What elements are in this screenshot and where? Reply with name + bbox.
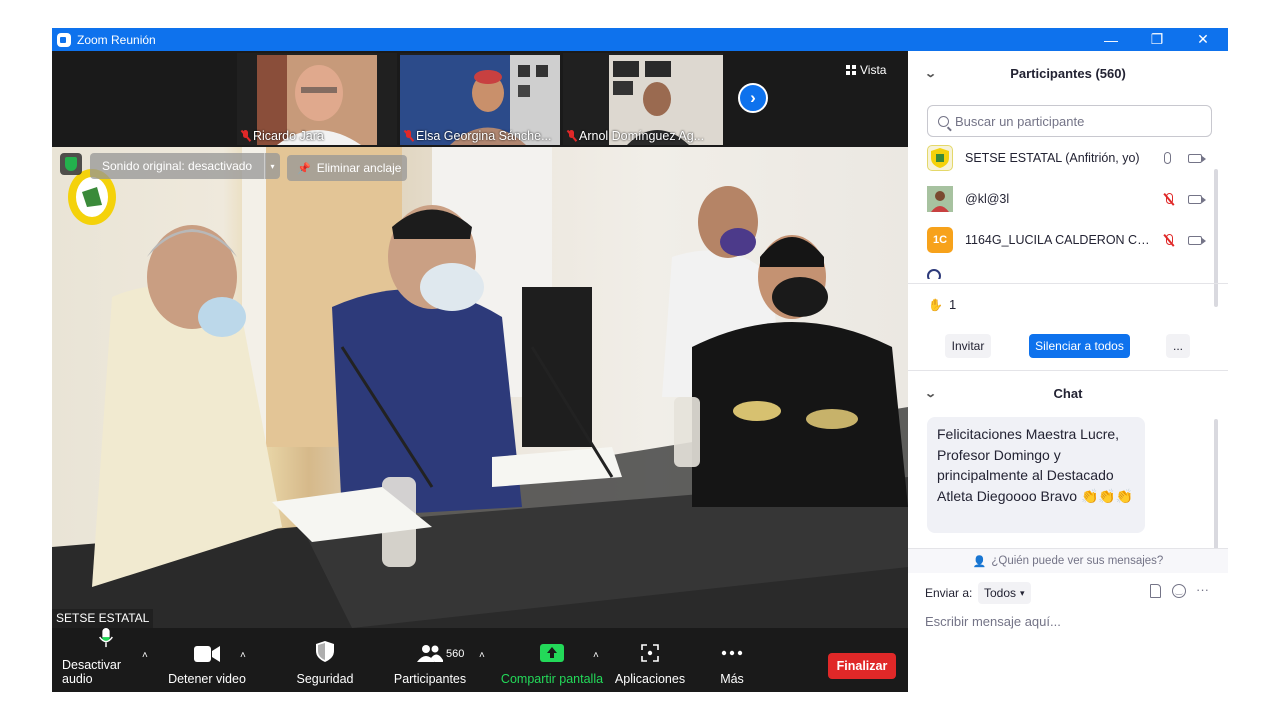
thumbnail-label: Elsa Georgina Sánche... [404,129,552,143]
mute-audio-button[interactable]: Desactivar audio [62,628,150,692]
security-shield-icon [316,641,334,662]
thumbnail-elsa-georgina[interactable]: Elsa Georgina Sánche... [400,53,560,145]
send-to-label: Enviar a: [925,586,973,600]
stop-video-button[interactable]: Detener video [166,628,248,692]
participants-button[interactable]: Participantes [390,628,470,692]
end-meeting-button[interactable]: Finalizar [828,653,896,679]
muted-mic-icon[interactable] [1164,192,1173,206]
apps-icon [641,644,659,662]
thumbnail-label: Ricardo Jara [241,129,324,143]
camera-off-icon[interactable] [1188,194,1206,204]
restore-button[interactable]: ❐ [1134,28,1180,51]
share-screen-button[interactable]: Compartir pantalla [500,628,604,692]
muted-mic-icon[interactable] [1164,233,1173,247]
video-options-caret-icon[interactable]: ˄ [240,650,246,661]
grid-view-icon [846,65,856,75]
muted-mic-icon [567,130,576,142]
collapse-chevron-icon[interactable]: ⌄ [924,67,937,80]
participant-row-partial [927,269,1207,279]
speaker-name-tag: SETSE ESTATAL [52,609,154,628]
invite-button[interactable]: Invitar [945,334,991,358]
mic-icon[interactable] [1164,152,1171,164]
participants-count: 560 [446,648,465,660]
participants-scrollbar[interactable] [1214,169,1218,307]
pin-icon: 📌 [297,162,311,175]
title-bar: Zoom Reunión — ❐ ✕ [52,28,1228,51]
view-button[interactable]: Vista [846,63,886,77]
camera-icon[interactable] [1188,153,1206,163]
emoji-icon[interactable]: ‿ [1172,584,1186,598]
chevron-down-icon: ▾ [1020,587,1025,598]
participant-row[interactable]: @kl@3l [908,179,1218,219]
raise-hand-icon: ✋ [928,297,943,312]
avatar [927,186,953,212]
message-visibility-link[interactable]: 👤 ¿Quién puede ver sus mensajes? [908,549,1228,573]
more-button[interactable]: Más [712,628,752,692]
mute-all-button[interactable]: Silenciar a todos [1029,334,1130,358]
participants-more-button[interactable]: ... [1166,334,1190,358]
meeting-toolbar: Desactivar audio ˄ Detener video ˄ Segur… [52,628,908,692]
person-eye-icon: 👤 [972,555,987,568]
participant-row[interactable]: 1C 1164G_LUCILA CALDERON CAR... [908,220,1218,260]
window-title: Zoom Reunión [77,32,156,47]
send-to-dropdown[interactable]: Todos ▾ [978,582,1031,604]
security-button[interactable]: Seguridad [290,628,360,692]
camera-off-icon[interactable] [1188,235,1206,245]
zoom-logo-icon [57,32,71,47]
thumbnail-strip: Ricardo Jara Elsa Georgina Sánche... Arn… [52,51,908,147]
participant-search-input[interactable]: Buscar un participante [927,105,1212,137]
participants-header[interactable]: ⌄ Participantes (560) [908,51,1228,95]
microphone-icon [99,628,113,648]
side-panel: ⌄ Participantes (560) Buscar un particip… [908,51,1228,692]
encryption-shield-icon [60,153,82,175]
chat-message-input[interactable]: Escribir mensaje aquí... [925,614,1061,629]
video-area: Ricardo Jara Elsa Georgina Sánche... Arn… [52,51,908,628]
share-options-caret-icon[interactable]: ˄ [593,650,599,661]
video-camera-icon [194,646,220,662]
raised-hands-count: ✋ 1 [928,297,957,312]
thumbnail-ricardo-jara[interactable]: Ricardo Jara [237,53,397,145]
muted-mic-icon [241,130,250,142]
participants-options-caret-icon[interactable]: ˄ [479,650,485,661]
participant-row[interactable]: SETSE ESTATAL (Anfitrión, yo) [908,138,1218,178]
chat-message: Felicitaciones Maestra Lucre, Profesor D… [927,417,1145,533]
divider [908,283,1228,284]
chat-scrollbar[interactable] [1214,419,1218,559]
more-dots-icon [721,650,743,656]
chat-more-icon[interactable]: ··· [1196,582,1209,597]
minimize-button[interactable]: — [1088,28,1134,51]
avatar: 1C [927,227,953,253]
file-icon[interactable] [1150,584,1161,598]
audio-options-caret-icon[interactable]: ˄ [142,650,148,661]
zoom-window: Zoom Reunión — ❐ ✕ Ricardo Jara Elsa Geo… [52,28,1228,692]
meeting-room-scene [52,147,908,628]
thumbnail-arnol-dominguez[interactable]: Arnol Domínguez Ag... [563,53,723,145]
avatar [927,145,953,171]
original-audio-pill[interactable]: Sonido original: desactivado ▾ [90,153,280,179]
chat-header[interactable]: ⌄ Chat [908,371,1228,415]
unpin-button[interactable]: 📌 Eliminar anclaje [287,155,407,181]
audio-dropdown-caret-icon[interactable]: ▾ [264,153,280,179]
participants-icon [417,645,443,662]
thumbnail-label: Arnol Domínguez Ag... [567,129,704,143]
muted-mic-icon [404,130,413,142]
next-page-button[interactable]: › [738,83,768,113]
apps-button[interactable]: Aplicaciones [614,628,686,692]
main-speaker-video: Sonido original: desactivado ▾ 📌 Elimina… [52,147,908,628]
share-screen-icon [540,644,564,662]
search-icon [938,115,949,127]
close-button[interactable]: ✕ [1180,28,1226,51]
collapse-chevron-icon[interactable]: ⌄ [924,387,937,400]
